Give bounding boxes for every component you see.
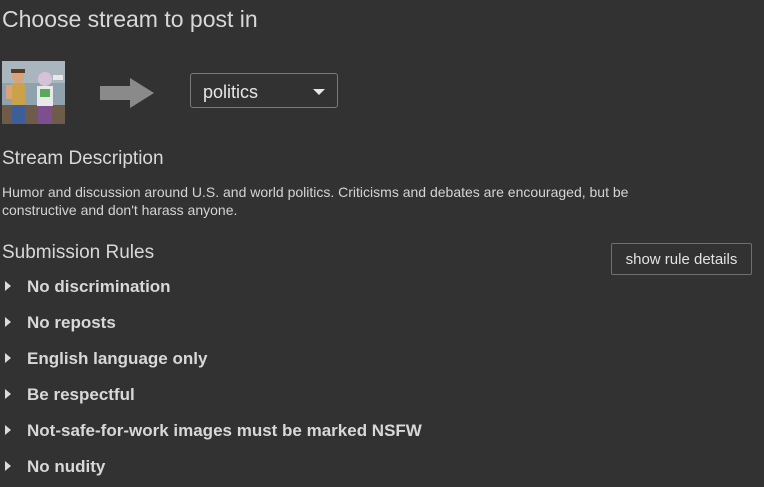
submission-rules-heading: Submission Rules <box>2 242 155 263</box>
rule-item[interactable]: No nudity <box>0 448 600 484</box>
show-rule-details-button[interactable]: show rule details <box>611 243 752 275</box>
stream-thumbnail <box>2 61 65 124</box>
rule-item[interactable]: Be respectful <box>0 376 600 412</box>
stream-thumbnail-image <box>2 61 65 124</box>
rule-item[interactable]: No reposts <box>0 304 600 340</box>
choose-stream-page: Choose stream to post in politics Stream… <box>0 0 764 487</box>
rule-label: No nudity <box>27 457 106 476</box>
rule-label: No reposts <box>27 313 116 332</box>
stream-select-value: politics <box>203 82 259 102</box>
caret-right-icon <box>5 281 11 291</box>
stream-description-text: Humor and discussion around U.S. and wor… <box>2 184 629 218</box>
rule-label: Not-safe-for-work images must be marked … <box>27 421 422 440</box>
stream-select[interactable]: politics <box>190 73 338 108</box>
rule-item[interactable]: Not-safe-for-work images must be marked … <box>0 412 600 448</box>
page-title: Choose stream to post in <box>2 6 258 32</box>
rule-label: No discrimination <box>27 277 171 296</box>
rule-label: English language only <box>27 349 208 368</box>
stream-description-heading: Stream Description <box>2 148 164 169</box>
chevron-down-icon <box>313 89 325 95</box>
rule-label: Be respectful <box>27 385 135 404</box>
caret-right-icon <box>5 317 11 327</box>
caret-right-icon <box>5 425 11 435</box>
caret-right-icon <box>5 353 11 363</box>
rules-list: No discrimination No reposts English lan… <box>0 268 600 484</box>
caret-right-icon <box>5 389 11 399</box>
rule-item[interactable]: English language only <box>0 340 600 376</box>
rule-item[interactable]: No discrimination <box>0 268 600 304</box>
right-arrow-icon <box>100 78 154 108</box>
caret-right-icon <box>5 461 11 471</box>
